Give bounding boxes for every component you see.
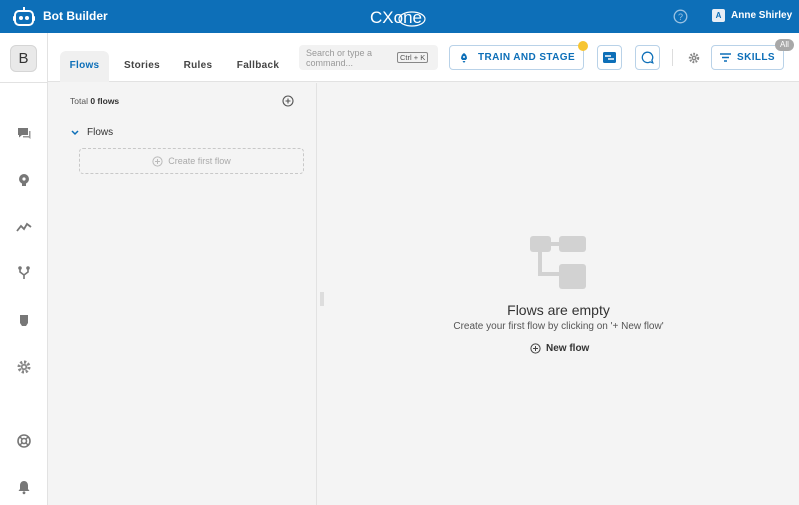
support-icon[interactable]: [16, 433, 32, 449]
chevron-down-icon: [71, 129, 79, 135]
settings-icon[interactable]: [16, 359, 32, 375]
flows-group-label: Flows: [87, 127, 114, 138]
flows-total: Total 0 flows: [70, 96, 119, 106]
toolbar-divider: [672, 49, 673, 66]
bot-avatar[interactable]: B: [10, 45, 37, 72]
add-flow-icon[interactable]: [282, 95, 294, 107]
flows-empty-illustration: [530, 236, 586, 289]
chat-icon[interactable]: [16, 125, 32, 141]
shield-icon[interactable]: [16, 312, 32, 328]
rocket-icon: [460, 52, 467, 63]
search-placeholder: Search or type a command...: [306, 48, 373, 68]
rail-divider: [0, 82, 48, 83]
tab-stories[interactable]: Stories: [118, 51, 166, 82]
flows-total-prefix: Total: [70, 96, 88, 106]
console-icon: [603, 52, 616, 63]
empty-state-subtitle: Create your first flow by clicking on '+…: [453, 321, 664, 332]
help-icon[interactable]: ?: [673, 9, 688, 24]
panel-resize-handle[interactable]: [320, 292, 324, 306]
flows-panel: Total 0 flows Flows Create first flow: [49, 83, 317, 505]
train-and-stage-button[interactable]: TRAIN AND STAGE: [449, 45, 584, 70]
cxone-logo-icon: CXone: [370, 8, 426, 27]
skills-label: SKILLS: [737, 52, 775, 63]
tab-fallback[interactable]: Fallback: [230, 51, 286, 82]
workspace-toolbar: Flows Stories Rules Fallback Search or t…: [48, 33, 799, 82]
user-menu[interactable]: A Anne Shirley: [712, 9, 792, 22]
analytics-icon[interactable]: [16, 219, 32, 235]
bot-logo-icon: [13, 7, 35, 26]
chat-preview-button[interactable]: [635, 45, 660, 70]
app-title: Bot Builder: [43, 9, 108, 23]
left-rail: B: [0, 33, 48, 505]
gear-icon[interactable]: [688, 52, 700, 64]
tab-flows[interactable]: Flows: [60, 51, 109, 82]
train-and-stage-label: TRAIN AND STAGE: [477, 52, 576, 63]
add-circle-icon: [530, 343, 541, 354]
branch-icon[interactable]: [16, 265, 32, 281]
bulb-icon[interactable]: [16, 172, 32, 188]
flows-total-count: 0 flows: [90, 96, 120, 106]
tab-rules[interactable]: Rules: [176, 51, 220, 82]
user-name: Anne Shirley: [731, 10, 793, 21]
filter-icon: [720, 53, 732, 62]
flows-group-header[interactable]: Flows: [71, 127, 113, 138]
new-flow-label: New flow: [546, 343, 590, 354]
create-first-flow-label: Create first flow: [168, 156, 231, 166]
user-avatar: A: [712, 9, 725, 22]
create-first-flow-button[interactable]: Create first flow: [79, 148, 304, 174]
skills-button[interactable]: SKILLS: [711, 45, 784, 70]
empty-state-title: Flows are empty: [507, 302, 610, 318]
top-header: Bot Builder CXone ? A Anne Shirley: [0, 0, 799, 33]
brand-text: CXone: [370, 8, 422, 27]
command-search-input[interactable]: Search or type a command... Ctrl + K: [299, 45, 438, 70]
train-notification-dot: [578, 41, 588, 51]
svg-text:?: ?: [678, 12, 683, 22]
console-button[interactable]: [597, 45, 622, 70]
add-circle-icon: [152, 155, 163, 167]
flow-canvas: Flows are empty Create your first flow b…: [318, 83, 799, 505]
skills-filter-badge: All: [775, 39, 794, 51]
new-flow-button[interactable]: New flow: [530, 343, 589, 354]
chat-bubble-icon: [641, 51, 654, 64]
bell-icon[interactable]: [16, 479, 32, 495]
search-shortcut-hint: Ctrl + K: [397, 52, 429, 63]
